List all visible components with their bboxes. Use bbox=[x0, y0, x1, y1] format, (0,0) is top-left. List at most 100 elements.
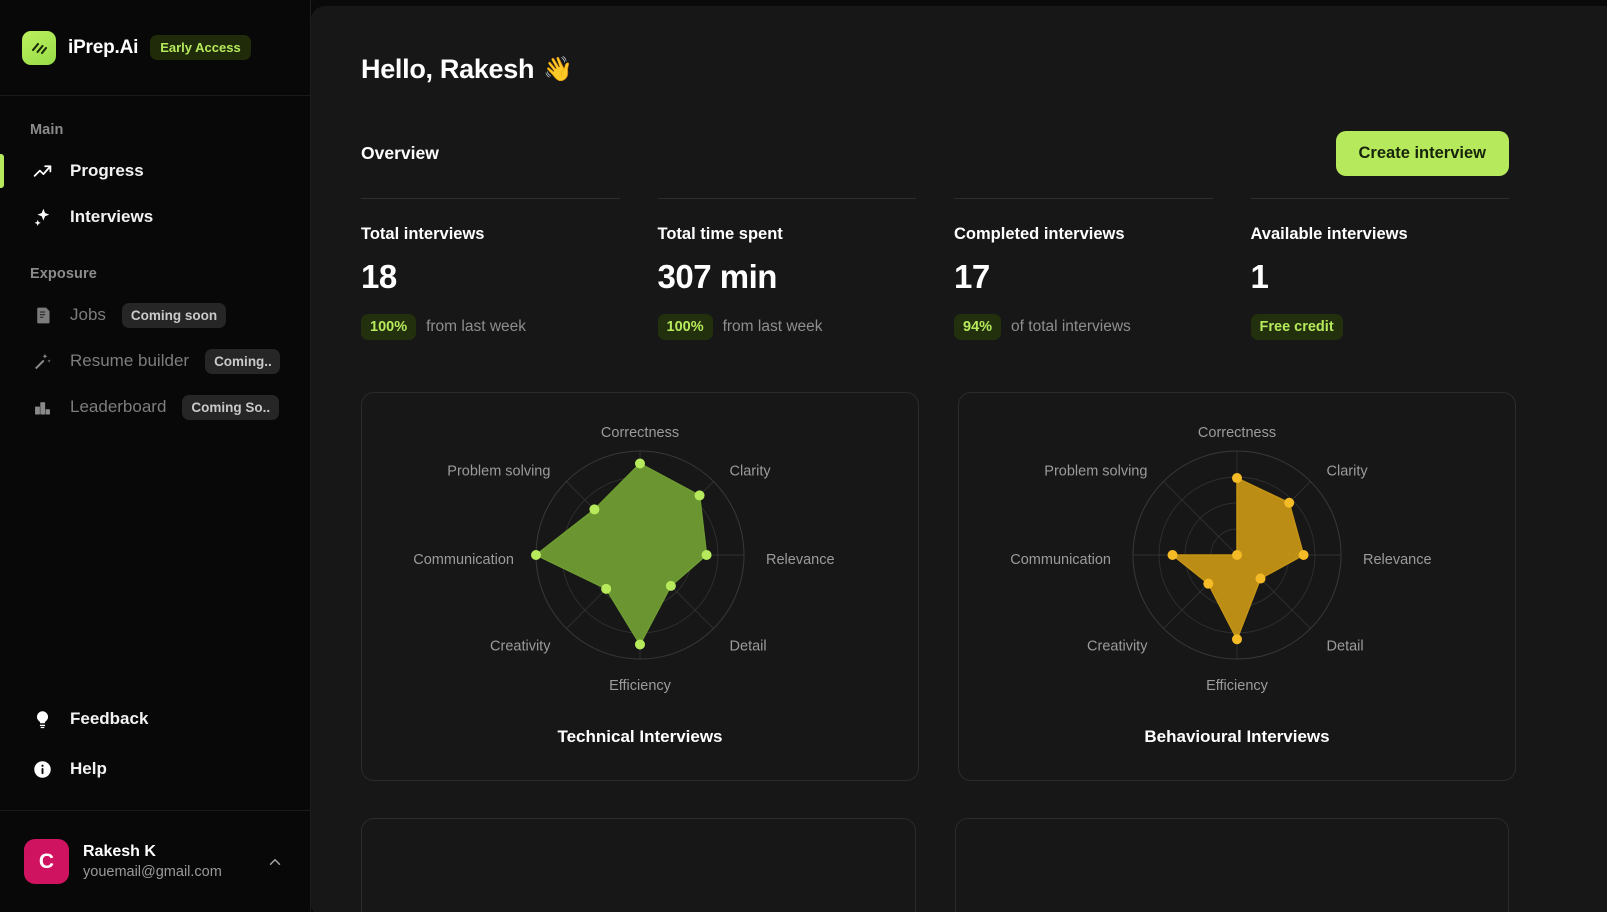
sidebar-item-label: Progress bbox=[70, 161, 144, 181]
stat-card-completed-interviews: Completed interviews 17 94% of total int… bbox=[954, 198, 1213, 340]
sidebar-item-help[interactable]: Help bbox=[0, 744, 310, 794]
radar-axis-label: Efficiency bbox=[609, 678, 672, 694]
main-content: Hello, Rakesh 👋 Overview Create intervie… bbox=[311, 6, 1607, 912]
radar-axis-label: Relevance bbox=[1363, 552, 1432, 568]
magic-wand-icon bbox=[30, 349, 54, 373]
sidebar-item-label: Leaderboard bbox=[70, 397, 166, 417]
stat-value: 307 min bbox=[658, 258, 917, 296]
greeting-text: Hello, Rakesh bbox=[361, 54, 534, 85]
chevron-up-icon[interactable] bbox=[264, 853, 286, 871]
coming-soon-badge: Coming.. bbox=[205, 349, 280, 374]
status-badge: 94% bbox=[954, 314, 1001, 340]
section-label-exposure: Exposure bbox=[0, 258, 310, 292]
stat-value: 1 bbox=[1251, 258, 1510, 296]
radar-axis-label: Relevance bbox=[766, 552, 835, 568]
sidebar-item-label: Help bbox=[70, 759, 107, 779]
radar-chart-technical: Correctness Clarity Relevance Detail Efficie… bbox=[362, 407, 918, 707]
radar-axis-label: Correctness bbox=[1198, 425, 1276, 441]
stat-label: Total time spent bbox=[658, 225, 917, 244]
sparkles-icon bbox=[30, 205, 54, 229]
stats-grid: Total interviews 18 100% from last week … bbox=[361, 198, 1509, 340]
sidebar-spacer bbox=[0, 430, 310, 694]
stat-card-available-interviews: Available interviews 1 Free credit bbox=[1251, 198, 1510, 340]
avatar: C bbox=[24, 839, 69, 884]
stat-label: Available interviews bbox=[1251, 225, 1510, 244]
stat-note: from last week bbox=[426, 318, 526, 336]
status-badge: 100% bbox=[658, 314, 713, 340]
radar-svg: Correctness Clarity Relevance Detail Efficie… bbox=[959, 407, 1515, 707]
brand-name: iPrep.Ai bbox=[68, 37, 138, 59]
sidebar: iPrep.Ai Early Access Main Progress bbox=[0, 0, 311, 912]
section-label-main: Main bbox=[0, 114, 310, 148]
sidebar-item-label: Interviews bbox=[70, 207, 153, 227]
create-interview-button[interactable]: Create interview bbox=[1336, 131, 1509, 176]
sidebar-item-resume-builder[interactable]: Resume builder Coming.. bbox=[0, 338, 310, 384]
radar-axis-label: Communication bbox=[413, 552, 514, 568]
sidebar-item-label: Jobs bbox=[70, 305, 106, 325]
charts-grid: Correctness Clarity Relevance Detail Efficie… bbox=[361, 392, 1509, 781]
radar-axis-label: Clarity bbox=[730, 463, 772, 479]
radar-axis-label: Efficiency bbox=[1206, 678, 1269, 694]
sidebar-item-progress[interactable]: Progress bbox=[0, 148, 310, 194]
overview-header: Overview Create interview bbox=[361, 131, 1509, 176]
user-name: Rakesh K bbox=[83, 843, 250, 861]
stat-footer: Free credit bbox=[1251, 314, 1510, 340]
sidebar-item-interviews[interactable]: Interviews bbox=[0, 194, 310, 240]
brand-header: iPrep.Ai Early Access bbox=[0, 0, 310, 96]
status-badge: Free credit bbox=[1251, 314, 1343, 340]
sidebar-item-label: Feedback bbox=[70, 709, 148, 729]
app-root: iPrep.Ai Early Access Main Progress bbox=[0, 0, 1607, 912]
waving-hand-icon: 👋 bbox=[543, 55, 573, 84]
radar-axis-label: Clarity bbox=[1327, 463, 1369, 479]
stat-note: of total interviews bbox=[1011, 318, 1131, 336]
charts-grid-secondary bbox=[361, 818, 1509, 912]
radar-axis-label: Detail bbox=[1327, 638, 1364, 654]
nav-section-main: Main Progress Interviews bbox=[0, 96, 310, 240]
stat-label: Total interviews bbox=[361, 225, 620, 244]
sidebar-item-leaderboard[interactable]: Leaderboard Coming So.. bbox=[0, 384, 310, 430]
stat-footer: 94% of total interviews bbox=[954, 314, 1213, 340]
sidebar-item-label: Resume builder bbox=[70, 351, 189, 371]
radar-chart-behavioural: Correctness Clarity Relevance Detail Efficie… bbox=[959, 407, 1515, 707]
user-meta: Rakesh K youemail@gmail.com bbox=[83, 843, 250, 880]
chart-card-placeholder-left bbox=[361, 818, 916, 912]
sidebar-bottom-links: Feedback Help bbox=[0, 694, 310, 810]
sidebar-item-feedback[interactable]: Feedback bbox=[0, 694, 310, 744]
overview-title: Overview bbox=[361, 143, 439, 164]
main-inner: Hello, Rakesh 👋 Overview Create intervie… bbox=[311, 6, 1607, 912]
chart-title: Behavioural Interviews bbox=[1144, 727, 1329, 747]
stat-footer: 100% from last week bbox=[658, 314, 917, 340]
coming-soon-badge: Coming soon bbox=[122, 303, 226, 328]
radar-svg: Correctness Clarity Relevance Detail Efficie… bbox=[362, 407, 918, 707]
radar-axis-label: Communication bbox=[1010, 552, 1111, 568]
user-email: youemail@gmail.com bbox=[83, 864, 250, 880]
info-circle-icon bbox=[30, 757, 54, 781]
stat-note: from last week bbox=[723, 318, 823, 336]
coming-soon-badge: Coming So.. bbox=[182, 395, 279, 420]
chart-card-technical-interviews: Correctness Clarity Relevance Detail Efficie… bbox=[361, 392, 919, 781]
radar-axis-label: Creativity bbox=[490, 638, 551, 654]
stat-card-total-time-spent: Total time spent 307 min 100% from last … bbox=[658, 198, 917, 340]
radar-axis-label: Correctness bbox=[601, 425, 679, 441]
chart-card-placeholder-right bbox=[955, 818, 1510, 912]
radar-axis-label: Problem solving bbox=[1044, 463, 1147, 479]
nav-section-exposure: Exposure Jobs Coming soon bbox=[0, 240, 310, 430]
stat-label: Completed interviews bbox=[954, 225, 1213, 244]
sidebar-item-jobs[interactable]: Jobs Coming soon bbox=[0, 292, 310, 338]
radar-axis-label: Problem solving bbox=[447, 463, 550, 479]
early-access-badge: Early Access bbox=[150, 35, 250, 60]
stat-value: 17 bbox=[954, 258, 1213, 296]
document-icon bbox=[30, 303, 54, 327]
radar-axis-label: Detail bbox=[730, 638, 767, 654]
user-account-button[interactable]: C Rakesh K youemail@gmail.com bbox=[0, 810, 310, 912]
page-title: Hello, Rakesh 👋 bbox=[361, 54, 1509, 85]
chart-title: Technical Interviews bbox=[557, 727, 722, 747]
trending-up-icon bbox=[30, 159, 54, 183]
stat-footer: 100% from last week bbox=[361, 314, 620, 340]
slanted-lines-logo-icon bbox=[22, 31, 56, 65]
lightbulb-icon bbox=[30, 707, 54, 731]
podium-icon bbox=[30, 395, 54, 419]
stat-value: 18 bbox=[361, 258, 620, 296]
stat-card-total-interviews: Total interviews 18 100% from last week bbox=[361, 198, 620, 340]
radar-axis-label: Creativity bbox=[1087, 638, 1148, 654]
